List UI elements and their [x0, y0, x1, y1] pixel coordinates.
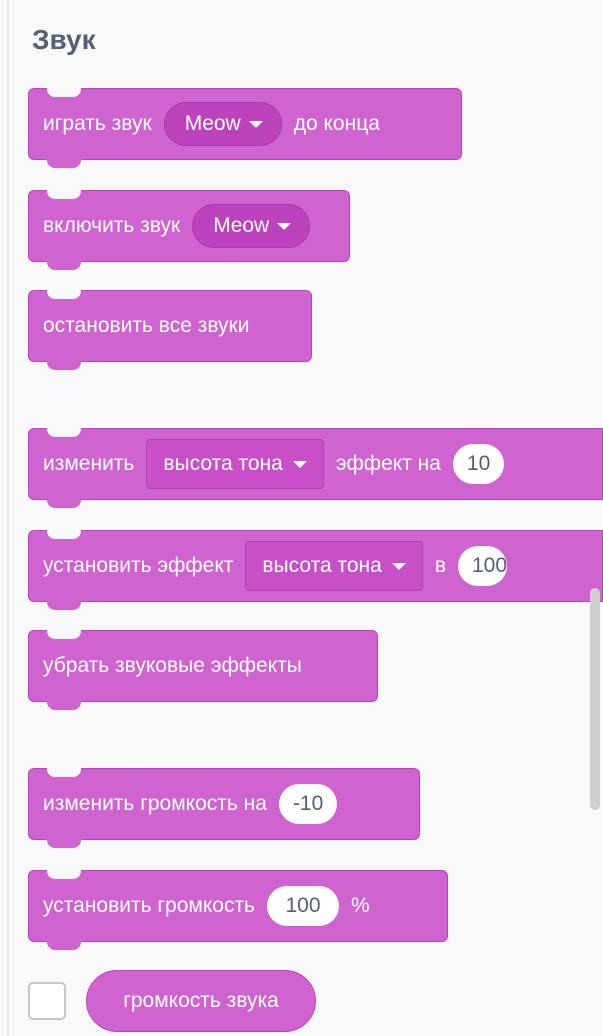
volume-monitor-checkbox[interactable]: [28, 982, 66, 1020]
stop-all-sounds-block[interactable]: остановить все звуки: [28, 290, 312, 370]
dropdown-arrow-icon: [277, 222, 292, 230]
sound-dropdown[interactable]: Meow: [192, 204, 311, 248]
change-sound-effect-block[interactable]: изменить высота тона эффект на 10: [28, 428, 603, 508]
block-label: остановить все звуки: [43, 314, 250, 337]
palette-scrollbar[interactable]: [590, 588, 600, 810]
sound-dropdown[interactable]: Meow: [163, 102, 282, 146]
reporter-label: громкость звука: [123, 989, 279, 1012]
change-volume-block[interactable]: изменить громкость на -10: [28, 768, 420, 848]
dropdown-value: высота тона: [163, 452, 283, 475]
volume-reporter-block[interactable]: громкость звука: [86, 970, 316, 1032]
volume-change-input[interactable]: -10: [278, 784, 338, 824]
effect-value-input[interactable]: 100: [457, 546, 508, 586]
effect-dropdown[interactable]: высота тона: [245, 541, 423, 591]
block-label: установить громкость: [43, 894, 255, 917]
dropdown-value: Meow: [213, 214, 270, 237]
block-label: включить звук: [43, 214, 181, 237]
clear-sound-effects-block[interactable]: убрать звуковые эффекты: [28, 630, 378, 710]
volume-value-input[interactable]: 100: [267, 886, 339, 926]
block-label: установить эффект: [43, 554, 234, 577]
dropdown-value: Meow: [184, 112, 241, 135]
block-label: играть звук: [43, 112, 152, 135]
block-label: эффект на: [335, 452, 441, 475]
effect-dropdown[interactable]: высота тона: [146, 439, 324, 489]
block-label: изменить громкость на: [43, 792, 267, 815]
dropdown-arrow-icon: [248, 120, 263, 128]
block-label: убрать звуковые эффекты: [43, 654, 302, 677]
category-title: Звук: [32, 24, 96, 55]
set-volume-block[interactable]: установить громкость 100 %: [28, 870, 448, 950]
block-label: до конца: [293, 112, 380, 135]
effect-amount-input[interactable]: 10: [452, 444, 505, 484]
dropdown-arrow-icon: [391, 562, 406, 570]
dropdown-arrow-icon: [292, 460, 307, 468]
dropdown-value: высота тона: [262, 554, 382, 577]
set-sound-effect-block[interactable]: установить эффект высота тона в 100: [28, 530, 603, 610]
block-label: %: [351, 894, 370, 917]
block-label: изменить: [43, 452, 135, 475]
start-sound-block[interactable]: включить звук Meow: [28, 190, 350, 270]
palette-left-border: [7, 0, 9, 1036]
block-label: в: [434, 554, 446, 577]
play-sound-until-done-block[interactable]: играть звук Meow до конца: [28, 88, 462, 168]
